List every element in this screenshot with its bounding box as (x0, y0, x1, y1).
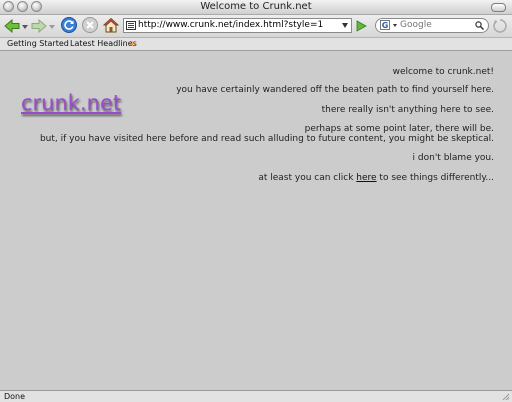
forward-arrow-icon[interactable] (31, 19, 47, 33)
toolbar-toggle-button[interactable] (491, 3, 506, 12)
navigation-toolbar: http://www.crunk.net/index.html?style=1 … (0, 15, 512, 38)
address-bar[interactable]: http://www.crunk.net/index.html?style=1 (123, 18, 352, 33)
page-content: crunk.net welcome to crunk.net! you have… (0, 51, 512, 390)
google-engine-icon[interactable]: G (380, 20, 390, 30)
resize-grip-icon[interactable] (502, 393, 510, 401)
site-logo-link[interactable]: crunk.net (21, 91, 121, 115)
address-text[interactable]: http://www.crunk.net/index.html?style=1 (138, 19, 323, 32)
rss-icon (130, 41, 135, 46)
search-bar[interactable]: G (375, 18, 489, 33)
back-history-dropdown-icon[interactable] (22, 25, 28, 29)
title-bar: Welcome to Crunk.net (0, 0, 512, 15)
status-text: Done (4, 392, 26, 401)
click-here-text: at least you can click here to see thing… (258, 173, 494, 184)
go-arrow-icon[interactable] (355, 20, 367, 32)
window-title: Welcome to Crunk.net (200, 1, 312, 12)
reload-icon[interactable] (61, 17, 77, 33)
nothing-here-text: there really isn't anything here to see. (321, 105, 494, 115)
forward-history-dropdown-icon[interactable] (49, 25, 55, 29)
click-here-suffix: to see things differently... (376, 173, 494, 183)
back-arrow-icon[interactable] (4, 19, 20, 33)
bookmarks-toolbar: Getting Started Latest Headlines (0, 38, 512, 51)
search-engine-dropdown-icon[interactable] (393, 24, 397, 27)
click-here-prefix: at least you can click (258, 173, 357, 183)
address-history-dropdown-icon[interactable] (342, 23, 348, 28)
home-icon[interactable] (103, 17, 119, 33)
skeptical-text: but, if you have visited here before and… (39, 134, 494, 144)
magnifier-icon[interactable] (475, 21, 484, 30)
here-link[interactable]: here (356, 173, 376, 183)
status-bar: Done (0, 390, 512, 402)
bookmark-getting-started[interactable]: Getting Started (7, 39, 69, 49)
dont-blame-text: i don't blame you. (412, 153, 494, 163)
intro-text: you have certainly wandered off the beat… (176, 85, 494, 95)
site-favicon-icon (126, 21, 136, 30)
search-input[interactable] (400, 19, 472, 32)
activity-throbber-icon (493, 19, 507, 33)
browser-window: Welcome to Crunk.net http://www.crunk.ne… (0, 0, 512, 402)
welcome-text: welcome to crunk.net! (392, 67, 494, 77)
stop-icon[interactable] (82, 17, 98, 33)
bookmark-latest-headlines[interactable]: Latest Headlines (70, 39, 137, 49)
